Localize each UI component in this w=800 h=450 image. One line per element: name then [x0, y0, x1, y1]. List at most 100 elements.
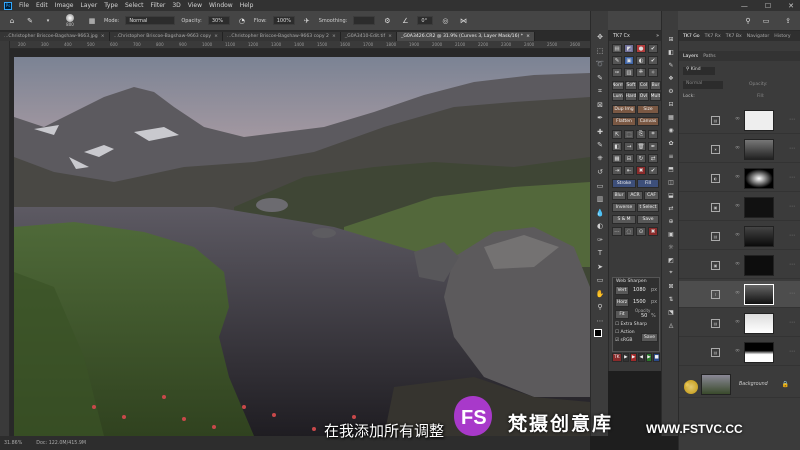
tk-fill-icon[interactable]: ◧: [612, 142, 622, 151]
tk-crop-icon[interactable]: ⌗: [648, 130, 658, 139]
zoom-level[interactable]: 31.86%: [4, 441, 22, 446]
gradient-tool-icon[interactable]: ▥: [593, 193, 607, 205]
collapse-icon[interactable]: »: [656, 34, 659, 39]
menu-type[interactable]: Type: [104, 2, 118, 9]
vert-value[interactable]: 1080: [633, 287, 646, 293]
link-icon[interactable]: ∞: [735, 231, 740, 238]
more-icon[interactable]: ⋯: [789, 232, 795, 239]
blur-tool-icon[interactable]: 💧: [593, 207, 607, 219]
layer-mask-thumbnail[interactable]: [744, 110, 774, 131]
close-icon[interactable]: ×: [526, 34, 530, 39]
layer-row[interactable]: ▤ ∞ ⋯: [679, 310, 800, 337]
minimize-icon[interactable]: —: [741, 2, 748, 10]
tk-adjust-icon[interactable]: ◐: [636, 56, 646, 65]
tk-grid-icon[interactable]: ▦: [612, 154, 622, 163]
panel-shortcut-icon[interactable]: ⬒: [664, 163, 678, 175]
link-icon[interactable]: ∞: [735, 115, 740, 122]
close-icon[interactable]: ×: [101, 34, 105, 39]
horz-button[interactable]: Horz: [615, 298, 629, 307]
background-thumbnail[interactable]: [701, 374, 731, 395]
tk-layer-icon[interactable]: ▤: [612, 44, 622, 53]
tk-copy-icon[interactable]: ⎘: [636, 130, 646, 139]
tk-nav-icon[interactable]: ▶: [645, 353, 653, 362]
fit-button[interactable]: Fit: [615, 310, 629, 319]
lum-button[interactable]: Lum: [612, 92, 624, 101]
more-icon[interactable]: ⋯: [789, 116, 795, 123]
menu-select[interactable]: Select: [125, 2, 144, 9]
history-brush-icon[interactable]: ↺: [593, 166, 607, 178]
close-icon[interactable]: ×: [388, 34, 392, 39]
layer-row[interactable]: ▣ ∞ ⋯: [679, 194, 800, 221]
tab-doc-5[interactable]: _G0A3426.CR2 @ 31.9% (Curves 3, Layer Ma…: [397, 32, 535, 41]
clone-stamp-icon[interactable]: ⎈: [593, 153, 607, 165]
tk-transform-icon[interactable]: ⇱: [612, 130, 622, 139]
tk-nav-icon[interactable]: ▶: [630, 353, 637, 362]
tk-x-icon[interactable]: ✖: [636, 166, 646, 175]
menu-file[interactable]: File: [19, 2, 29, 9]
healing-brush-icon[interactable]: ✚: [593, 126, 607, 138]
panel-shortcut-icon[interactable]: ◫: [664, 176, 678, 188]
hard-button[interactable]: Hard: [625, 92, 637, 101]
tk-stamp-icon[interactable]: ⎈: [636, 68, 646, 77]
layer-mask-thumbnail[interactable]: [744, 168, 774, 189]
kind-filter[interactable]: ⚲ Kind: [683, 67, 715, 75]
opacity-field[interactable]: 30%: [207, 16, 230, 25]
ws-opacity-value[interactable]: 50: [641, 313, 647, 319]
panel-shortcut-icon[interactable]: ⬓: [664, 189, 678, 201]
menu-image[interactable]: Image: [55, 2, 74, 9]
more-icon[interactable]: ⋯: [789, 261, 795, 268]
home-icon[interactable]: ⌂: [6, 15, 18, 27]
menu-window[interactable]: Window: [209, 2, 233, 9]
extra-sharp-checkbox[interactable]: ☐ Extra Sharp: [615, 322, 647, 327]
panel-shortcut-icon[interactable]: ⊕: [664, 215, 678, 227]
menu-edit[interactable]: Edit: [36, 2, 48, 9]
frame-tool-icon[interactable]: ⊠: [593, 99, 607, 111]
quick-select-icon[interactable]: ✎: [593, 72, 607, 84]
brush-tool-icon[interactable]: ✎: [24, 15, 36, 27]
tab-doc-4[interactable]: _G0A3410-Edit.tif ×: [340, 32, 398, 41]
tab-tk7-bx[interactable]: TK7 Bx: [726, 34, 742, 39]
layer-row[interactable]: ▣ ∞ ⋯: [679, 252, 800, 279]
s-and-m-button[interactable]: S & M: [612, 215, 636, 224]
symmetry-icon[interactable]: ⋈: [457, 15, 469, 27]
fill-button[interactable]: Fill: [637, 179, 659, 188]
blur-button[interactable]: Blur: [612, 191, 626, 200]
tk-select-icon[interactable]: ⬚: [624, 130, 634, 139]
pen-tool-icon[interactable]: ✑: [593, 234, 607, 246]
srgb-checkbox[interactable]: ☑ sRGB: [615, 338, 633, 343]
more-icon[interactable]: ⋯: [789, 174, 795, 181]
menu-filter[interactable]: Filter: [151, 2, 166, 9]
chevron-down-icon[interactable]: ▾: [42, 15, 54, 27]
t-select-button[interactable]: t Select: [637, 203, 659, 212]
canvas-area[interactable]: [10, 49, 590, 436]
hand-tool-icon[interactable]: ✋: [593, 288, 607, 300]
link-icon[interactable]: ∞: [735, 289, 740, 296]
crop-tool-icon[interactable]: ⌗: [593, 85, 607, 97]
layer-row[interactable]: ▤ ∞ ⋯: [679, 107, 800, 134]
angle-field[interactable]: 0°: [417, 16, 434, 25]
vert-button[interactable]: Vert: [615, 286, 629, 295]
layer-row[interactable]: ▤ ∞ ⋯: [679, 223, 800, 250]
bur-button[interactable]: Bur: [650, 81, 661, 90]
panel-shortcut-icon[interactable]: ⊠: [664, 280, 678, 292]
panel-shortcut-icon[interactable]: ▦: [664, 111, 678, 123]
path-select-icon[interactable]: ➤: [593, 261, 607, 273]
flatten-button[interactable]: Flatten: [612, 117, 636, 126]
panel-shortcut-icon[interactable]: ▣: [664, 228, 678, 240]
panel-shortcut-icon[interactable]: ≡: [664, 150, 678, 162]
stroke-button[interactable]: Stroke: [612, 179, 636, 188]
panel-shortcut-icon[interactable]: ◩: [664, 254, 678, 266]
close-icon[interactable]: ✕: [788, 2, 794, 10]
panel-shortcut-icon[interactable]: ⇅: [664, 293, 678, 305]
layer-row[interactable]: ◐ ∞ ⋯: [679, 165, 800, 192]
panel-shortcut-icon[interactable]: ❖: [664, 72, 678, 84]
eyedropper-icon[interactable]: ✒: [593, 112, 607, 124]
panel-shortcut-icon[interactable]: ⊞: [664, 33, 678, 45]
tk-grad-icon[interactable]: ▥: [624, 68, 634, 77]
tab-navigator[interactable]: Navigator: [747, 34, 769, 39]
dup-img-button[interactable]: Dup Img: [612, 105, 636, 114]
tab-paths[interactable]: Paths: [703, 54, 716, 59]
link-icon[interactable]: ∞: [735, 318, 740, 325]
layer-mask-thumbnail[interactable]: [744, 139, 774, 160]
search-icon[interactable]: ⚲: [742, 15, 754, 27]
